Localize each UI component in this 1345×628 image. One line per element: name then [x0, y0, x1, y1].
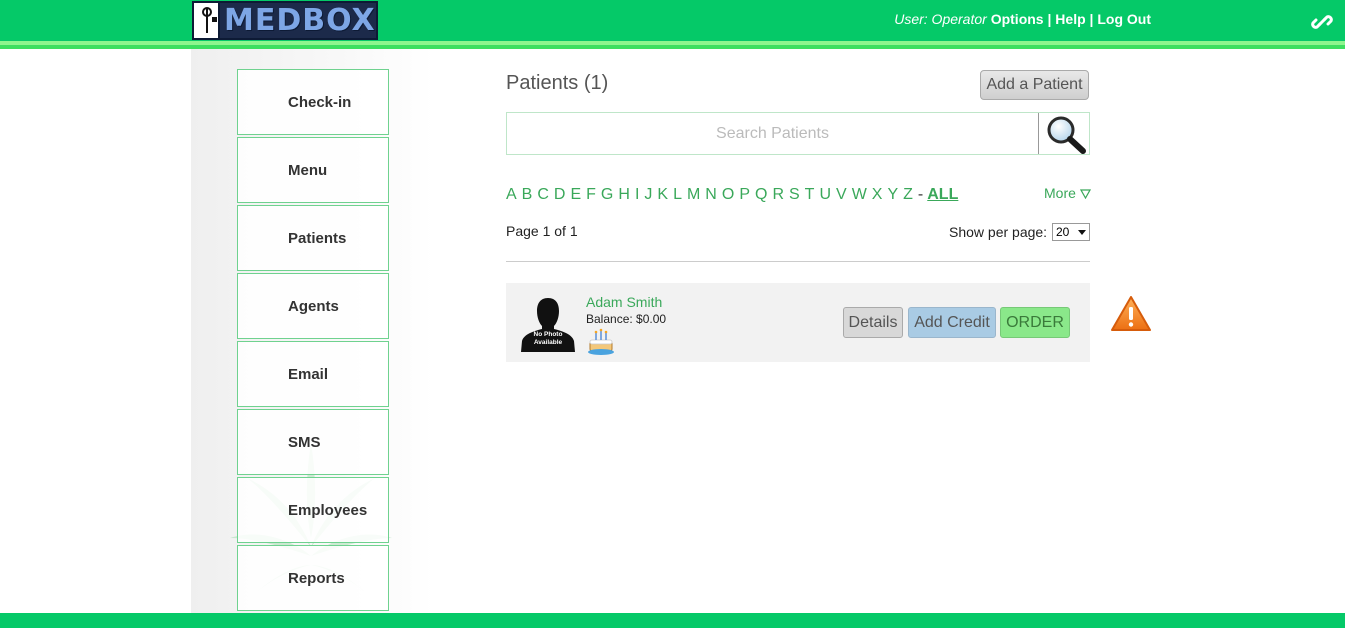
alpha-letter-b[interactable]: B [522, 186, 533, 203]
alpha-letter-p[interactable]: P [739, 186, 750, 203]
alpha-letter-k[interactable]: K [657, 186, 668, 203]
help-link[interactable]: Help [1055, 11, 1085, 27]
triangle-down-icon [1079, 189, 1091, 200]
patient-name-link[interactable]: Adam Smith [586, 294, 662, 310]
sidebar-item-email[interactable]: Email [237, 341, 389, 407]
alpha-letter-m[interactable]: M [687, 186, 700, 203]
medbox-logo[interactable]: MEDBOX [192, 1, 378, 40]
sidebar-item-label: Patients [288, 229, 347, 247]
magnifier-icon [1047, 116, 1086, 154]
no-photo-avatar-icon: No Photo Available [521, 298, 575, 352]
per-page-select[interactable]: 20 [1052, 223, 1090, 241]
add-patient-button[interactable]: Add a Patient [980, 70, 1089, 100]
logo-text: MEDBOX [224, 3, 376, 38]
alpha-letter-q[interactable]: Q [755, 186, 767, 203]
alpha-letter-r[interactable]: R [772, 186, 784, 203]
no-photo-text-line: No Photo [534, 331, 563, 338]
more-filter-toggle[interactable]: More [1044, 185, 1091, 201]
alpha-letter-z[interactable]: Z [903, 186, 913, 203]
sidebar-item-label: Reports [288, 569, 345, 587]
user-bar: User: Operator Options | Help | Log Out [894, 11, 1151, 27]
alpha-letter-v[interactable]: V [836, 186, 847, 203]
more-label: More [1044, 185, 1076, 201]
alpha-letter-o[interactable]: O [722, 186, 734, 203]
sidebar-item-patients[interactable]: Patients [237, 205, 389, 271]
sidebar-item-agents[interactable]: Agents [237, 273, 389, 339]
show-per-page-label: Show per page: [949, 224, 1048, 240]
alpha-letter-e[interactable]: E [570, 186, 581, 203]
divider [506, 261, 1090, 262]
alpha-letter-g[interactable]: G [601, 186, 613, 203]
separator: | [1047, 11, 1052, 27]
alpha-letter-n[interactable]: N [705, 186, 717, 203]
alpha-letter-x[interactable]: X [872, 186, 883, 203]
separator: | [1089, 11, 1094, 27]
no-photo-text-line: Available [534, 339, 563, 346]
options-link[interactable]: Options [991, 11, 1044, 27]
logo-mark-icon [194, 3, 220, 38]
alpha-letter-i[interactable]: I [635, 186, 639, 203]
page-indicator: Page 1 of 1 [506, 223, 578, 239]
search-bar [506, 112, 1090, 155]
sidebar-item-menu[interactable]: Menu [237, 137, 389, 203]
add-credit-button[interactable]: Add Credit [908, 307, 996, 338]
alpha-letter-j[interactable]: J [644, 186, 652, 203]
chain-link-icon[interactable] [1311, 11, 1333, 33]
patient-row: No Photo Available Adam Smith Balance: $… [506, 283, 1090, 362]
alpha-letter-f[interactable]: F [586, 186, 596, 203]
details-button[interactable]: Details [843, 307, 903, 338]
alphabet-filter: A B C D E F G H I J K L M N O P Q R S T U V W X Y Z - ALL [506, 186, 958, 204]
top-header: MEDBOX User: Operator Options | Help | L… [0, 0, 1345, 41]
alpha-letter-t[interactable]: T [805, 186, 815, 203]
current-user-label: User: Operator [894, 11, 987, 27]
sidebar-item-sms[interactable]: SMS [237, 409, 389, 475]
sidebar: Check-in Menu Patients Agents Email SMS … [191, 49, 434, 613]
sidebar-item-label: Menu [288, 161, 328, 179]
alpha-letter-u[interactable]: U [819, 186, 831, 203]
search-button[interactable] [1038, 113, 1089, 154]
sidebar-item-label: SMS [288, 433, 321, 451]
alpha-letter-c[interactable]: C [537, 186, 549, 203]
alpha-letter-l[interactable]: L [673, 186, 682, 203]
sidebar-item-reports[interactable]: Reports [237, 545, 389, 611]
alpha-letter-h[interactable]: H [618, 186, 630, 203]
sidebar-item-label: Employees [288, 501, 368, 519]
search-input[interactable] [507, 113, 1038, 154]
sidebar-item-label: Agents [288, 297, 339, 315]
patient-balance: Balance: $0.00 [586, 312, 667, 326]
sidebar-item-label: Check-in [288, 93, 352, 111]
birthday-cake-icon [588, 328, 614, 355]
alpha-letter-s[interactable]: S [789, 186, 800, 203]
warning-icon[interactable] [1110, 295, 1152, 333]
alpha-letter-a[interactable]: A [506, 186, 517, 203]
sidebar-item-check-in[interactable]: Check-in [237, 69, 389, 135]
alpha-all-link[interactable]: ALL [927, 186, 958, 203]
page-title: Patients (1) [506, 72, 609, 94]
alpha-separator: - [917, 186, 924, 203]
sidebar-item-employees[interactable]: Employees [237, 477, 389, 543]
alpha-letter-y[interactable]: Y [887, 186, 898, 203]
chevron-down-icon [1078, 230, 1086, 235]
per-page-value: 20 [1056, 225, 1070, 239]
footer [0, 613, 1345, 628]
sidebar-item-label: Email [288, 365, 329, 383]
order-button[interactable]: ORDER [1000, 307, 1070, 338]
logout-link[interactable]: Log Out [1097, 11, 1151, 27]
alpha-letter-d[interactable]: D [554, 186, 566, 203]
alpha-letter-w[interactable]: W [852, 186, 867, 203]
